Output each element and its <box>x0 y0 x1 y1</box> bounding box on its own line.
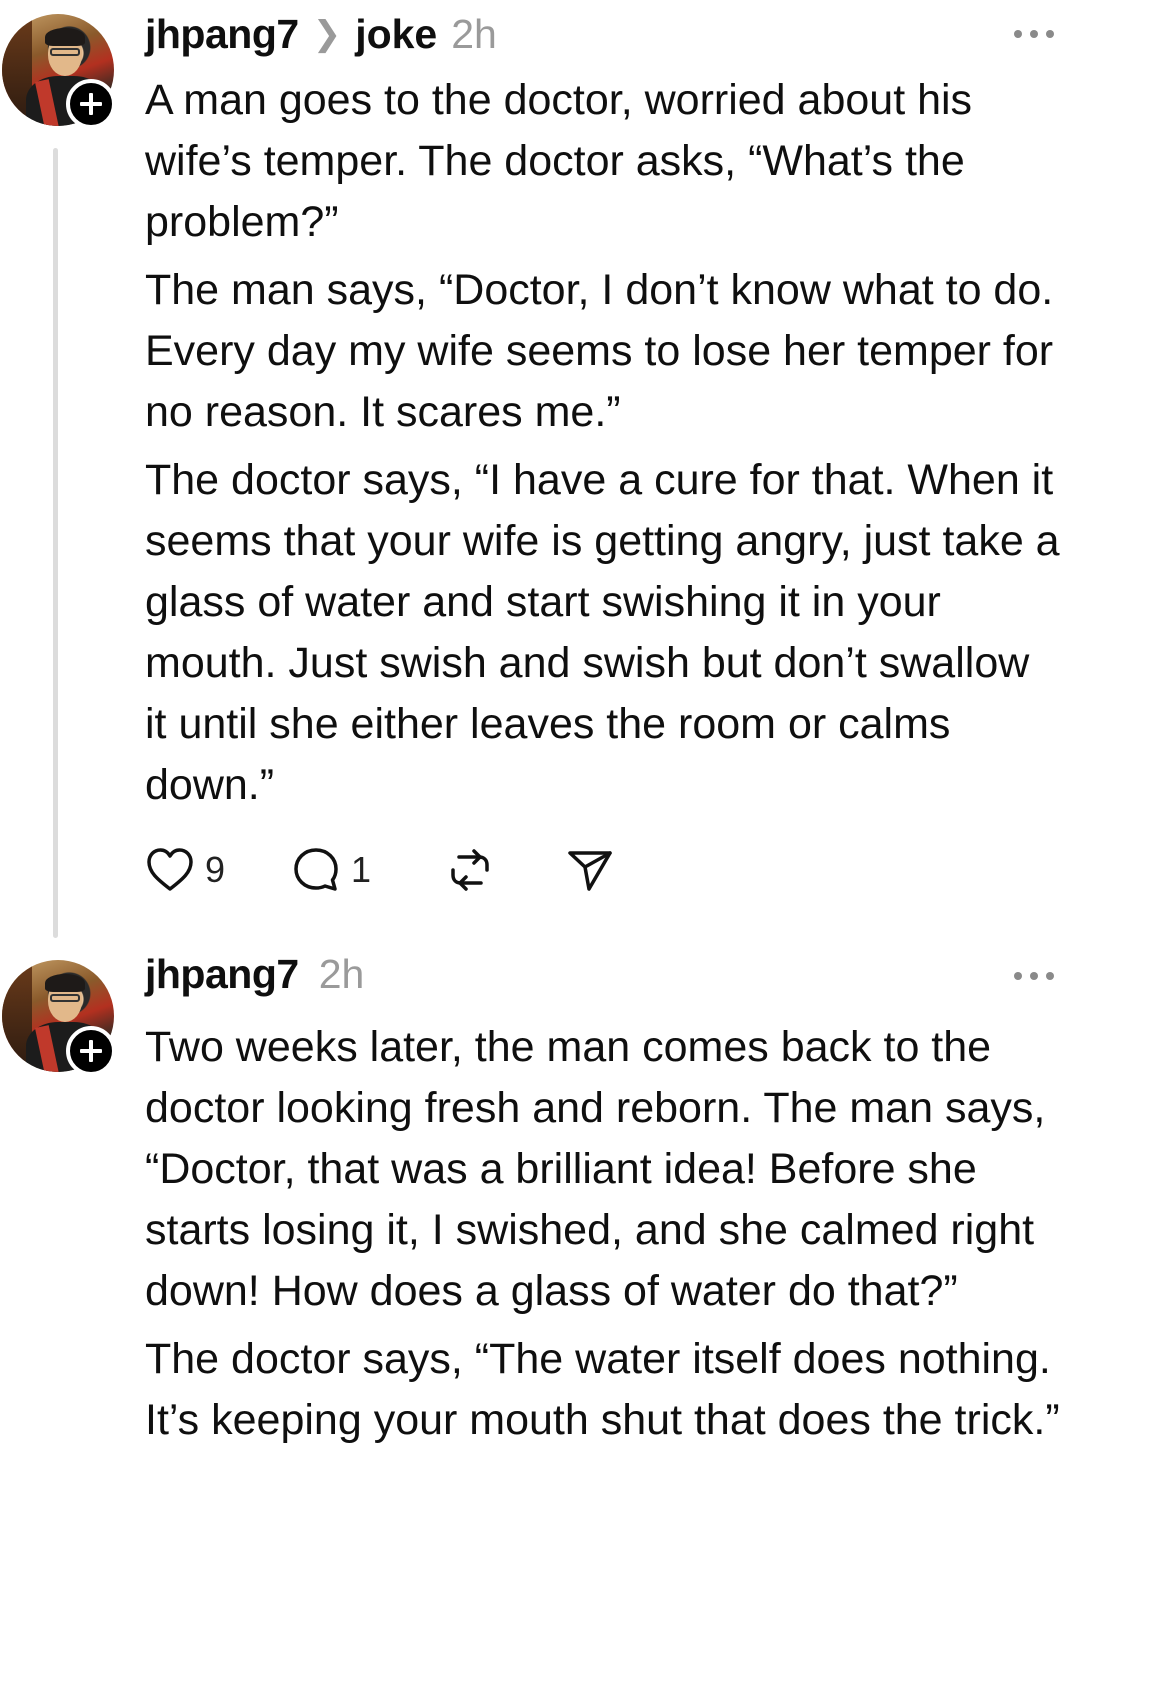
username[interactable]: jhpang7 <box>145 951 299 998</box>
post-body: Two weeks later, the man comes back to t… <box>145 1017 1060 1458</box>
more-dots-icon[interactable] <box>1014 970 1054 982</box>
post-paragraph: Two weeks later, the man comes back to t… <box>145 1023 1046 1315</box>
post-time: 2h <box>318 950 365 997</box>
thread-post: jhpang7 2h Two weeks later, the man come… <box>0 0 1149 1691</box>
plus-icon <box>80 1040 102 1062</box>
post-header: jhpang7 2h <box>145 948 364 1000</box>
post-paragraph: The doctor says, “The water itself does … <box>145 1335 1060 1444</box>
follow-button[interactable] <box>66 1026 116 1076</box>
